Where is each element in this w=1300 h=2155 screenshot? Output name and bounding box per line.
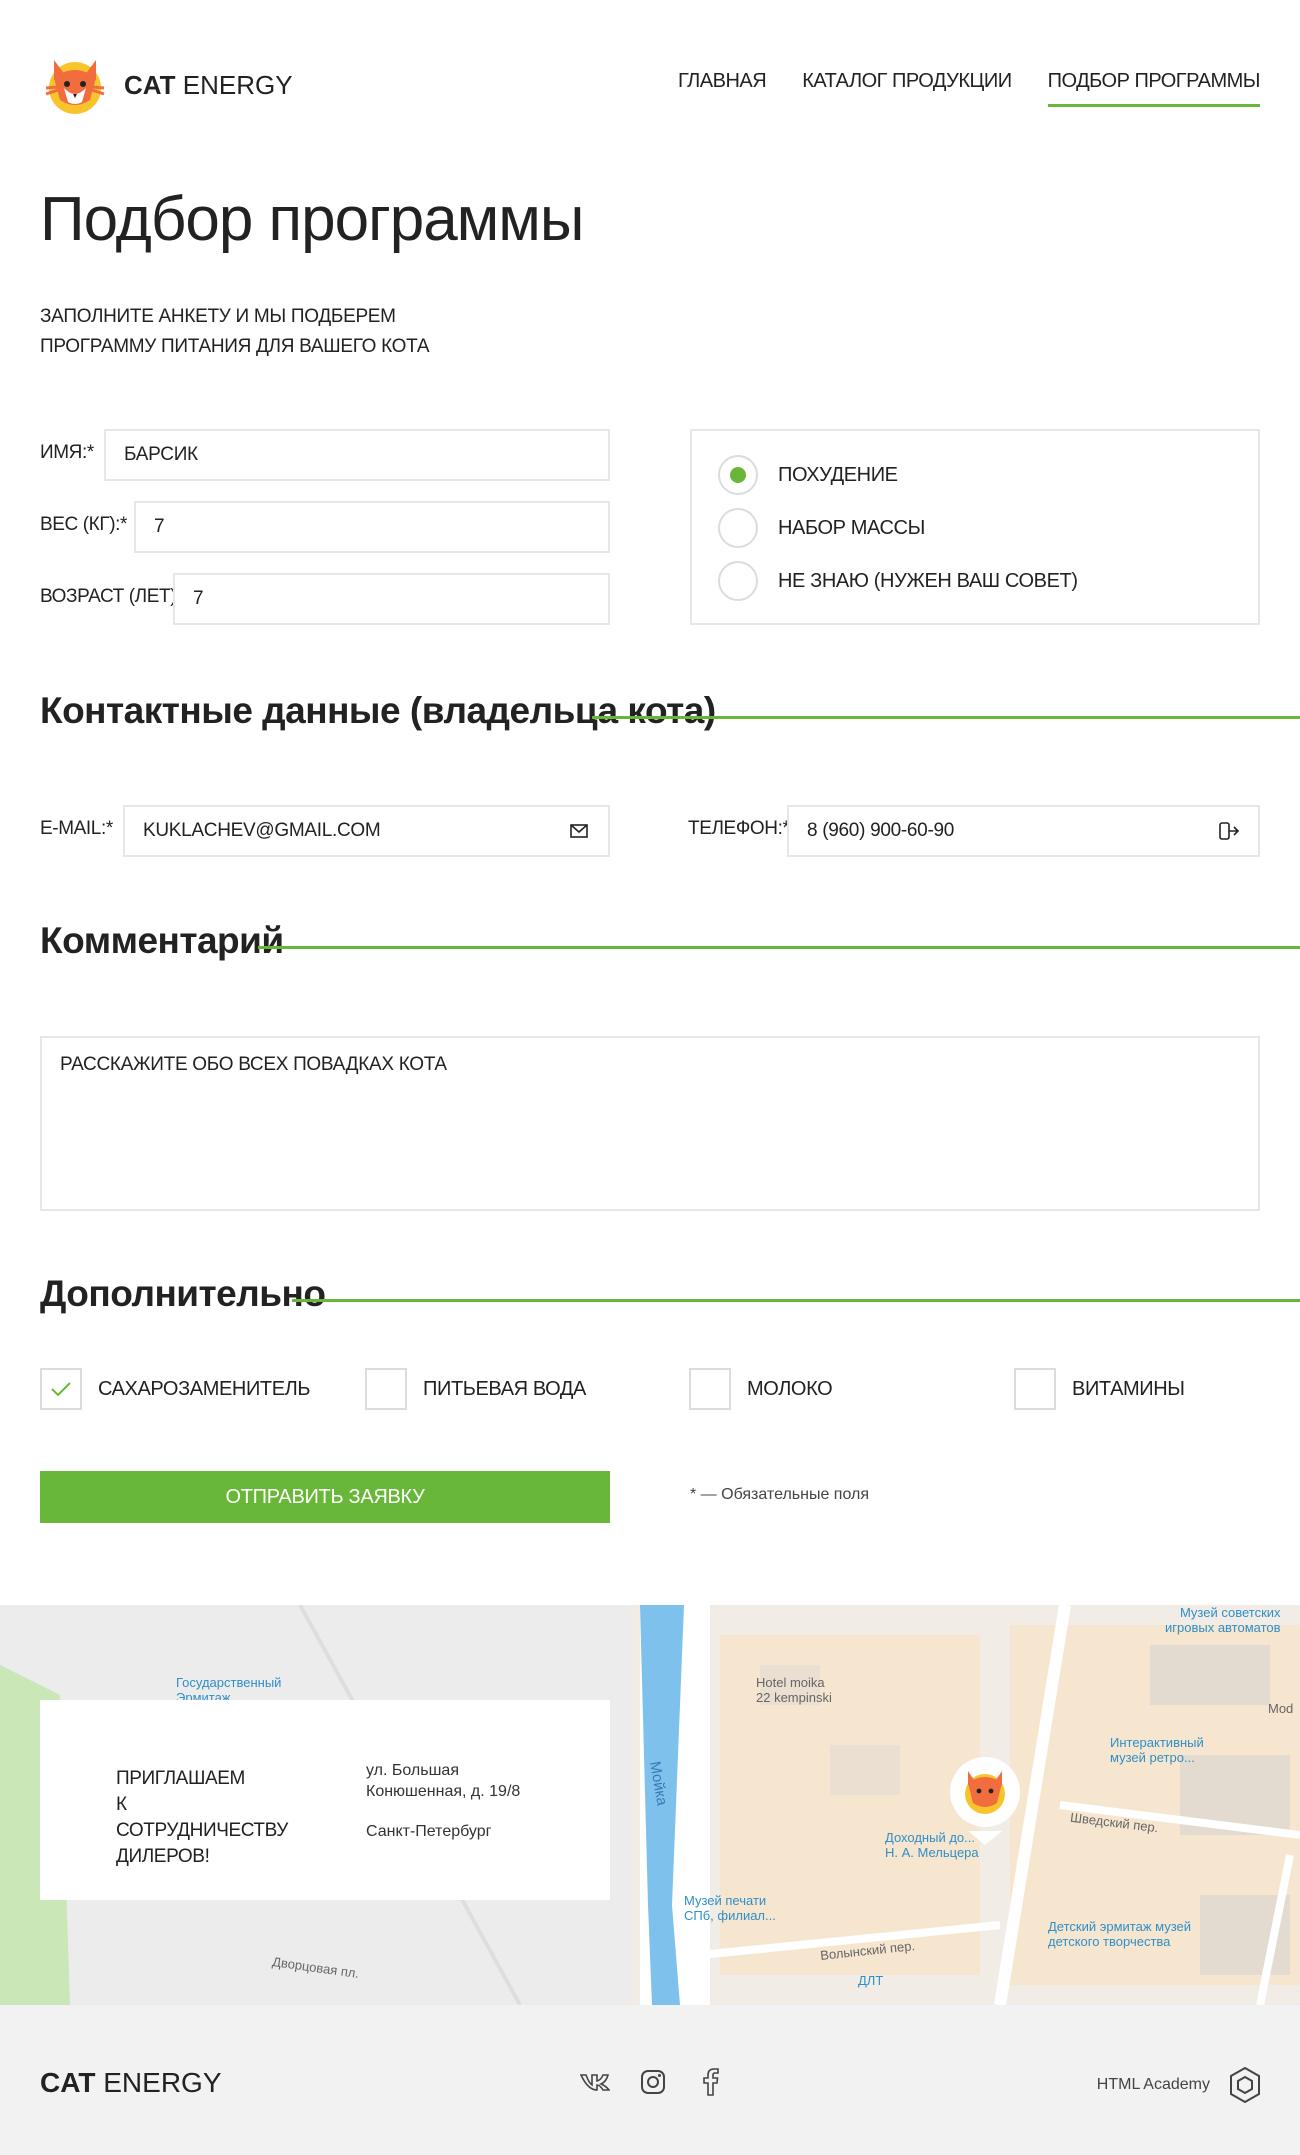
map-label-print-museum: Музей печати СПб, филиал...: [684, 1893, 776, 1923]
checkbox-sweetener[interactable]: САХАРОЗАМЕНИТЕЛЬ: [40, 1368, 311, 1410]
weight-input[interactable]: 7: [134, 501, 610, 553]
map-label-dlt: ДЛТ: [858, 1973, 884, 1988]
checkbox-box[interactable]: [365, 1368, 407, 1410]
nav-item-home[interactable]: ГЛАВНАЯ: [678, 70, 767, 103]
comment-heading: Комментарий: [40, 920, 284, 961]
logo-link[interactable]: CAT ENERGY: [40, 54, 293, 116]
map-label-retro-museum: Интерактивный музей ретро...: [1110, 1735, 1204, 1765]
weight-field-label: ВЕС (КГ):*: [40, 514, 128, 535]
phone-input[interactable]: 8 (960) 900-60-90: [787, 805, 1260, 857]
dealers-invite: ПРИГЛАШАЕМ К СОТРУДНИЧЕСТВУ ДИЛЕРОВ!: [116, 1768, 288, 1867]
radio-circle[interactable]: [718, 508, 758, 548]
radio-circle-checked[interactable]: [718, 455, 758, 495]
map-label-kids-hermitage: Детский эрмитаж музей детского творчества: [1048, 1919, 1192, 1949]
brand-name: CAT ENERGY: [124, 69, 293, 100]
dealers-address: ул. Большая Конюшенная, д. 19/8: [366, 1762, 521, 1800]
dealers-city: Санкт-Петербург: [366, 1823, 492, 1840]
email-input[interactable]: KUKLACHEV@GMAIL.COM: [123, 805, 610, 857]
footer-logo-link[interactable]: CAT ENERGY: [40, 2067, 222, 2099]
radio-circle[interactable]: [718, 561, 758, 601]
checkbox-box[interactable]: [689, 1368, 731, 1410]
social-links: [578, 2065, 728, 2099]
extras-heading: Дополнительно: [40, 1273, 326, 1314]
map-label-hotel: Hotel moika 22 kempinski: [756, 1675, 832, 1705]
checkbox-box-checked[interactable]: [40, 1368, 82, 1410]
nav-item-catalog[interactable]: КАТАЛОГ ПРОДУКЦИИ: [802, 70, 1012, 103]
comment-divider: [258, 946, 1300, 949]
name-field-label: ИМЯ:*: [40, 442, 94, 463]
map-label-games-museum: Музей советских игровых автоматов: [1165, 1605, 1281, 1635]
html-academy-icon: [1230, 2067, 1260, 2103]
facebook-icon[interactable]: [694, 2065, 728, 2099]
name-input[interactable]: БАРСИК: [104, 429, 610, 481]
dealers-card: ПРИГЛАШАЕМ К СОТРУДНИЧЕСТВУ ДИЛЕРОВ! ул. Б…: [40, 1700, 610, 1900]
checkbox-water[interactable]: ПИТЬЕВАЯ ВОДА: [365, 1368, 586, 1410]
page-subtitle: ЗАПОЛНИТЕ АНКЕТУ И МЫ ПОДБЕРЕМ ПРОГРАММУ …: [40, 306, 430, 357]
checkbox-vitamins[interactable]: ВИТАМИНЫ: [1014, 1368, 1185, 1410]
age-field-label: ВОЗРАСТ (ЛЕТ):: [40, 586, 182, 607]
map-label-mod: Mod: [1268, 1701, 1294, 1716]
submit-button[interactable]: ОТПРАВИТЬ ЗАЯВКУ: [40, 1471, 610, 1523]
contacts-heading: Контактные данные (владельца кота): [40, 690, 716, 731]
instagram-icon[interactable]: [636, 2065, 670, 2099]
vk-icon[interactable]: [578, 2065, 612, 2099]
age-input[interactable]: 7: [173, 573, 610, 625]
mail-icon: [568, 820, 590, 842]
extras-divider: [292, 1299, 1300, 1302]
checkbox-milk[interactable]: МОЛОКО: [689, 1368, 833, 1410]
html-academy-link[interactable]: HTML Academy: [1097, 2067, 1260, 2103]
email-field-label: E-MAIL:*: [40, 818, 113, 839]
goal-radio-group: ПОХУДЕНИЕ НАБОР МАССЫ НЕ ЗНАЮ (НУЖЕН ВАШ…: [690, 429, 1260, 625]
phone-field-label: ТЕЛЕФОН:*: [688, 818, 790, 839]
comment-textarea[interactable]: РАССКАЖИТЕ ОБО ВСЕХ ПОВАДКАХ КОТА: [40, 1036, 1260, 1211]
map-pin-icon[interactable]: [948, 1755, 1022, 1845]
radio-weight-loss[interactable]: ПОХУДЕНИЕ: [718, 455, 898, 495]
footer: CAT ENERGY HTML Academy: [0, 2005, 1300, 2155]
main-nav: ГЛАВНАЯ КАТАЛОГ ПРОДУКЦИИ ПОДБОР ПРОГРАМ…: [678, 70, 1261, 107]
phone-icon: [1218, 820, 1240, 842]
radio-mass-gain[interactable]: НАБОР МАССЫ: [718, 508, 925, 548]
radio-need-advice[interactable]: НЕ ЗНАЮ (НУЖЕН ВАШ СОВЕТ): [718, 561, 1078, 601]
page-title: Подбор программы: [40, 185, 584, 254]
required-fields-note: * — Обязательные поля: [690, 1486, 869, 1503]
header: CAT ENERGY ГЛАВНАЯ КАТАЛОГ ПРОДУКЦИИ ПОД…: [0, 0, 1300, 170]
checkmark-icon: [51, 1382, 71, 1397]
checkbox-box[interactable]: [1014, 1368, 1056, 1410]
cat-logo-icon: [40, 54, 110, 116]
nav-item-program[interactable]: ПОДБОР ПРОГРАММЫ: [1047, 70, 1261, 107]
contacts-divider: [592, 716, 1300, 719]
